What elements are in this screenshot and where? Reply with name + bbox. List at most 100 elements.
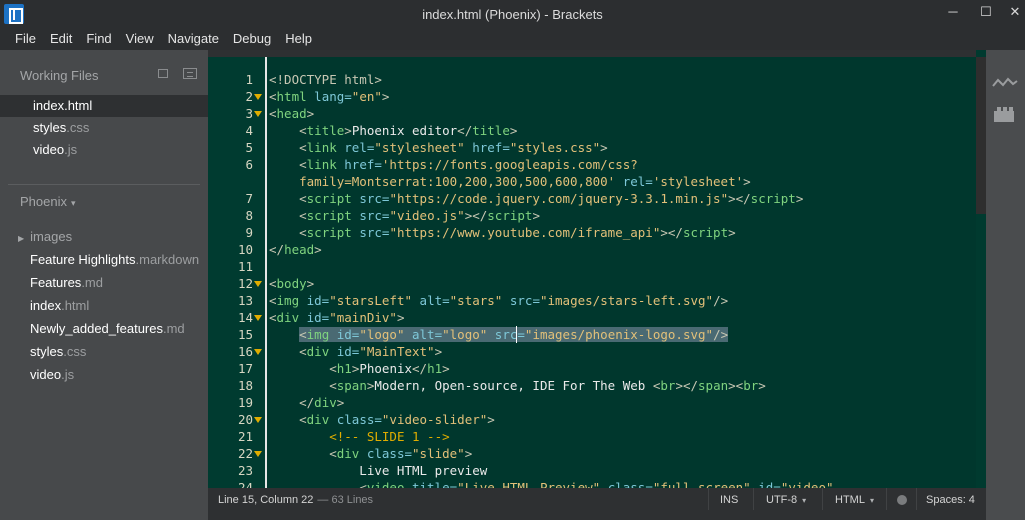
code-text: <div id="mainDiv"> <box>269 309 404 326</box>
minimize-button[interactable]: ─ <box>938 0 968 26</box>
code-line[interactable]: 18 <span>Modern, Open-source, IDE For Th… <box>208 377 976 394</box>
code-text: <video title="Live HTML Preview" class="… <box>269 479 833 488</box>
scrollbar-thumb[interactable] <box>976 57 986 214</box>
code-line[interactable]: 7 <script src="https://code.jquery.com/j… <box>208 190 976 207</box>
cursor-position[interactable]: Line 15, Column 22— 63 Lines <box>218 494 373 506</box>
code-line[interactable]: 9 <script src="https://www.youtube.com/i… <box>208 224 976 241</box>
line-count: — 63 Lines <box>317 494 374 506</box>
working-file-item[interactable]: video.js <box>0 139 208 161</box>
code-line[interactable]: 19 </div> <box>208 394 976 411</box>
fold-arrow-icon[interactable] <box>254 417 262 423</box>
code-token: "logo" <box>359 327 405 342</box>
code-line[interactable]: 15 <img id="logo" alt="logo" src="images… <box>208 326 976 343</box>
fold-arrow-icon[interactable] <box>254 451 262 457</box>
menu-help[interactable]: Help <box>285 28 312 50</box>
menu-find[interactable]: Find <box>86 28 111 50</box>
indent-setting[interactable]: Spaces: 4 <box>926 494 975 506</box>
project-tree: ▶ images Feature Highlights.markdown Feat… <box>0 225 208 386</box>
code-token: div <box>306 344 330 359</box>
code-line[interactable]: 3 <head> <box>208 105 976 122</box>
working-file-item[interactable]: index.html <box>0 95 208 117</box>
code-line[interactable]: 12 <body> <box>208 275 976 292</box>
code-token: href= <box>464 140 510 155</box>
insert-mode-toggle[interactable]: INS <box>720 494 738 506</box>
fold-arrow-icon[interactable] <box>254 315 262 321</box>
tree-file[interactable]: Feature Highlights.markdown <box>0 248 208 271</box>
working-file-name: styles <box>33 120 67 135</box>
working-file-item[interactable]: styles.css <box>0 117 208 139</box>
maximize-button[interactable]: ☐ <box>971 0 1001 26</box>
fold-arrow-icon[interactable] <box>254 281 262 287</box>
code-line[interactable]: 10 </head> <box>208 241 976 258</box>
menu-edit[interactable]: Edit <box>50 28 72 50</box>
code-token: script <box>487 208 533 223</box>
code-line[interactable]: 8 <script src="video.js"></script> <box>208 207 976 224</box>
menu-debug[interactable]: Debug <box>233 28 271 50</box>
code-line[interactable]: 17 <h1>Phoenix</h1> <box>208 360 976 377</box>
fold-arrow-icon[interactable] <box>254 94 262 100</box>
code-token: src= <box>351 208 390 223</box>
tree-file[interactable]: Newly_added_features.md <box>0 317 208 340</box>
code-line[interactable]: 16 <div id="MainText"> <box>208 343 976 360</box>
code-text: <div class="video-slider"> <box>269 411 495 428</box>
linter-status-icon[interactable] <box>897 495 907 505</box>
code-token: script <box>306 191 352 206</box>
code-token: Phoenix editor <box>351 123 458 138</box>
menu-view[interactable]: View <box>126 28 154 50</box>
code-line[interactable]: 23 Live HTML preview <box>208 462 976 479</box>
split-view-icon[interactable] <box>183 68 197 79</box>
code-token: "stylesheet" <box>374 140 465 155</box>
code-line[interactable]: 22 <div class="slide"> <box>208 445 976 462</box>
close-button[interactable]: ✕ <box>1000 0 1025 26</box>
fold-arrow-icon[interactable] <box>254 111 262 117</box>
working-file-name: video <box>33 142 65 157</box>
code-line[interactable]: 20 <div class="video-slider"> <box>208 411 976 428</box>
menu-file[interactable]: File <box>15 28 36 50</box>
code-token: </ <box>269 242 285 257</box>
code-text: <title>Phoenix editor</title> <box>269 122 517 139</box>
cursor-position-text: Line 15, Column 22 <box>218 494 314 506</box>
project-dropdown[interactable]: Phoenix ▾ <box>20 194 76 209</box>
extension-manager-icon[interactable] <box>993 105 1015 123</box>
code-token: script <box>682 225 729 240</box>
language-dropdown[interactable]: HTML ▾ <box>835 494 874 506</box>
code-line[interactable]: 1 <!DOCTYPE html> <box>208 71 976 88</box>
tree-file[interactable]: video.js <box>0 363 208 386</box>
encoding-dropdown[interactable]: UTF-8 ▾ <box>766 494 806 506</box>
tree-file[interactable]: index.html <box>0 294 208 317</box>
tree-file[interactable]: Features.md <box>0 271 208 294</box>
code-line[interactable]: family=Montserrat:100,200,300,500,600,80… <box>208 173 976 190</box>
live-preview-icon[interactable] <box>992 76 1018 90</box>
fold-arrow-icon[interactable] <box>254 349 262 355</box>
code-line[interactable]: 6 <link href='https://fonts.googleapis.c… <box>208 156 976 173</box>
code-token: src= <box>351 225 390 240</box>
status-divider <box>753 488 754 510</box>
tree-file[interactable]: styles.css <box>0 340 208 363</box>
code-token: "full-screen" <box>652 480 751 488</box>
code-line[interactable]: 5 <link rel="stylesheet" href="styles.cs… <box>208 139 976 156</box>
line-number: 16 <box>237 344 253 359</box>
code-token: < <box>269 293 277 308</box>
code-text: <div class="slide"> <box>269 445 472 462</box>
code-line[interactable]: 2 <html lang="en"> <box>208 88 976 105</box>
code-token: < <box>329 378 337 393</box>
code-line[interactable]: 24 <video title="Live HTML Preview" clas… <box>208 479 976 488</box>
code-editor[interactable]: 1 <!DOCTYPE html> 2 <html lang="en"> 3 <head>… <box>208 50 976 488</box>
code-line[interactable]: 4 <title>Phoenix editor</title> <box>208 122 976 139</box>
working-file-name: index <box>33 98 65 113</box>
code-line[interactable]: 13 <img id="starsLeft" alt="stars" src="i… <box>208 292 976 309</box>
code-line[interactable]: 11 <box>208 258 976 275</box>
code-token: < <box>299 140 307 155</box>
working-files-settings-icon[interactable] <box>158 69 168 78</box>
tree-folder-images[interactable]: ▶ images <box>0 225 208 248</box>
code-token: class= <box>600 480 653 488</box>
menu-navigate[interactable]: Navigate <box>168 28 219 50</box>
code-token: "styles.css" <box>509 140 601 155</box>
line-number: 24 <box>237 480 253 488</box>
code-line[interactable]: 14 <div id="mainDiv"> <box>208 309 976 326</box>
code-line[interactable]: 21 <!-- SLIDE 1 --> <box>208 428 976 445</box>
